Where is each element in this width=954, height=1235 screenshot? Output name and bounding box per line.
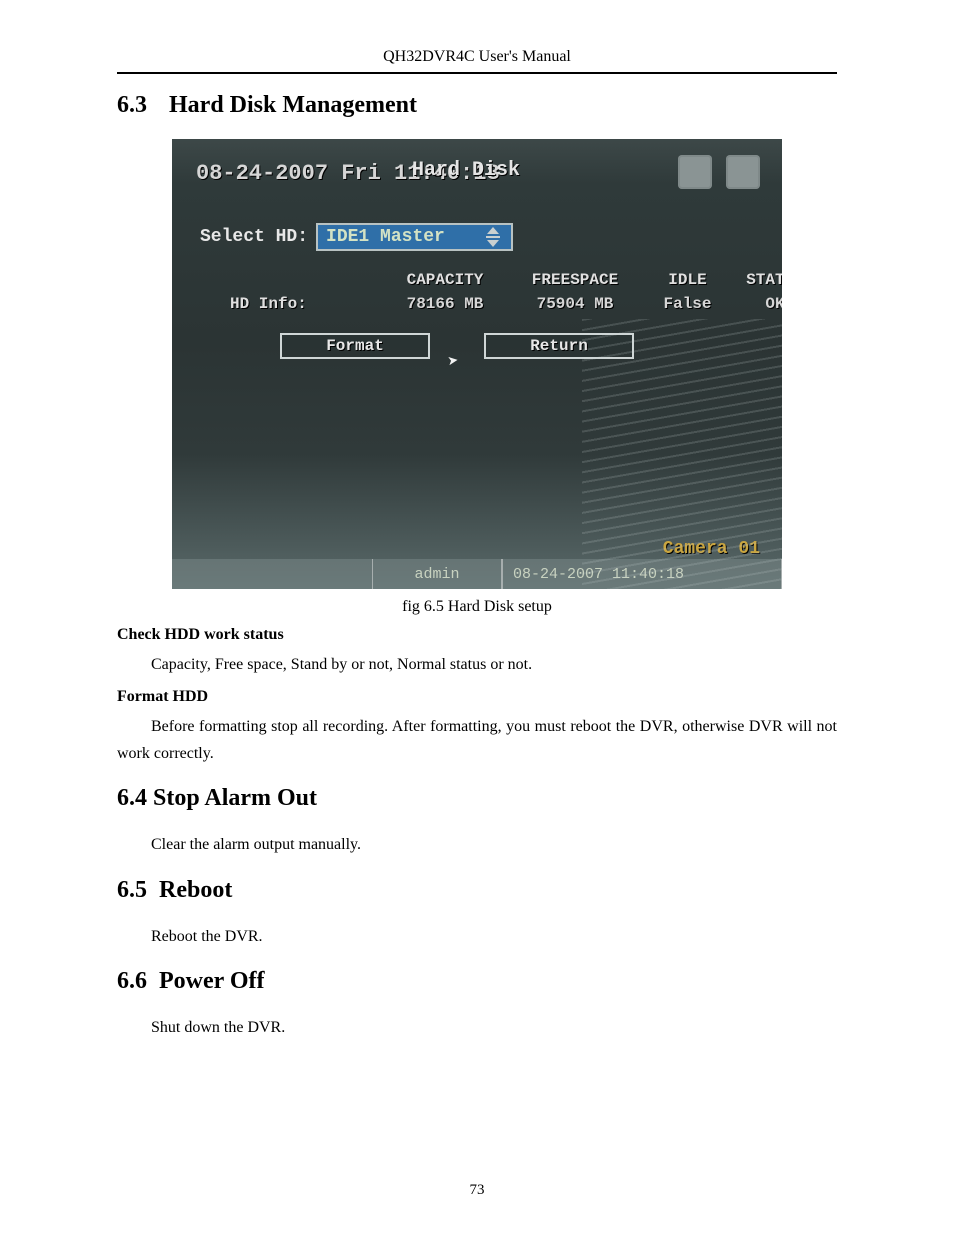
section-6-3-number: 6.3 xyxy=(117,92,147,119)
status-user: admin xyxy=(372,559,502,589)
section-6-3-heading: 6.3 Hard Disk Management xyxy=(117,92,837,119)
col-idle: IDLE xyxy=(640,271,735,289)
col-status: STATUS xyxy=(735,271,782,289)
section-6-5-heading: 6.5 Reboot xyxy=(117,877,837,904)
select-hd-dropdown[interactable]: IDE1 Master xyxy=(316,223,513,251)
format-hdd-text: Before formatting stop all recording. Af… xyxy=(117,714,837,767)
section-6-5-text: Reboot the DVR. xyxy=(117,924,837,950)
dvr-status-bar: admin 08-24-2007 11:40:18 xyxy=(172,559,782,589)
section-6-3-title: Hard Disk Management xyxy=(169,92,417,118)
section-6-6-heading: 6.6 Power Off xyxy=(117,968,837,995)
section-6-6-number: 6.6 xyxy=(117,968,147,995)
format-button[interactable]: Format xyxy=(280,333,430,359)
camera-label: Camera 01 xyxy=(663,539,760,559)
return-button[interactable]: Return xyxy=(484,333,634,359)
col-capacity: CAPACITY xyxy=(380,271,510,289)
section-6-4-title: 6.4 Stop Alarm Out xyxy=(117,785,317,811)
section-6-5-number: 6.5 xyxy=(117,877,147,904)
spinner-icon[interactable] xyxy=(485,228,501,246)
select-hd-label: Select HD: xyxy=(200,227,308,247)
val-capacity: 78166 MB xyxy=(380,295,510,313)
page-number: 73 xyxy=(0,1182,954,1199)
figure-6-5-caption: fig 6.5 Hard Disk setup xyxy=(117,598,837,616)
section-6-4-heading: 6.4 Stop Alarm Out xyxy=(117,785,837,812)
section-6-4-text: Clear the alarm output manually. xyxy=(117,832,837,858)
val-idle: False xyxy=(640,295,735,313)
row-label: HD Info: xyxy=(230,295,380,313)
dvr-screenshot: 08-24-2007 Fri 11:40:18 Hard Disk Select… xyxy=(172,139,782,589)
dvr-dialog-title: Hard Disk xyxy=(412,159,520,182)
section-6-6-title: Power Off xyxy=(159,968,265,994)
mouse-icon[interactable] xyxy=(726,155,760,189)
check-hdd-heading: Check HDD work status xyxy=(117,626,837,644)
val-freespace: 75904 MB xyxy=(510,295,640,313)
section-6-6-text: Shut down the DVR. xyxy=(117,1015,837,1041)
status-datetime: 08-24-2007 11:40:18 xyxy=(502,559,782,589)
col-freespace: FREESPACE xyxy=(510,271,640,289)
section-6-5-title: Reboot xyxy=(159,877,232,903)
check-hdd-text: Capacity, Free space, Stand by or not, N… xyxy=(117,652,837,678)
val-status: OK xyxy=(735,295,782,313)
select-hd-value: IDE1 Master xyxy=(326,227,445,247)
figure-6-5: 08-24-2007 Fri 11:40:18 Hard Disk Select… xyxy=(117,139,837,594)
hd-info-table: CAPACITY FREESPACE IDLE STATUS HD Info: … xyxy=(230,271,752,313)
page-header: QH32DVR4C User's Manual xyxy=(117,48,837,74)
format-hdd-heading: Format HDD xyxy=(117,688,837,706)
keypad-icon[interactable] xyxy=(678,155,712,189)
